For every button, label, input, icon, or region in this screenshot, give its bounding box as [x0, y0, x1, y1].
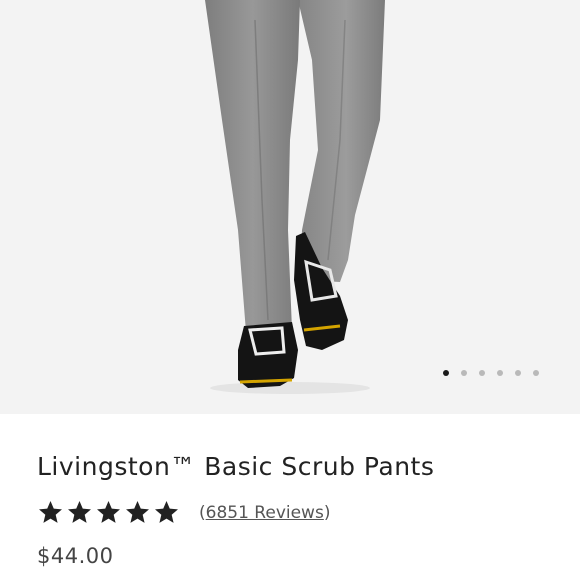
carousel-dot[interactable]: [461, 370, 467, 376]
star-icon: [155, 501, 178, 523]
carousel-dot[interactable]: [533, 370, 539, 376]
reviews-count: 6851 Reviews: [205, 502, 324, 523]
star-rating: [37, 499, 180, 526]
star-icon: [97, 501, 120, 523]
carousel-indicators: [443, 370, 539, 376]
carousel-dot[interactable]: [443, 370, 449, 376]
product-rating: (6851 Reviews): [37, 499, 330, 526]
reviews-close-paren: ): [323, 502, 331, 523]
product-title: Livingston™ Basic Scrub Pants: [37, 452, 435, 481]
carousel-dot[interactable]: [515, 370, 521, 376]
product-photo: [205, 0, 385, 394]
reviews-link[interactable]: (6851 Reviews): [199, 503, 330, 523]
carousel-dot[interactable]: [497, 370, 503, 376]
reviews-open-paren: (: [199, 502, 206, 523]
product-image-gallery[interactable]: [0, 0, 580, 414]
carousel-dot[interactable]: [479, 370, 485, 376]
star-icon: [68, 501, 91, 523]
star-icon: [126, 501, 149, 523]
star-icon: [39, 501, 62, 523]
product-price: $44.00: [37, 544, 114, 568]
